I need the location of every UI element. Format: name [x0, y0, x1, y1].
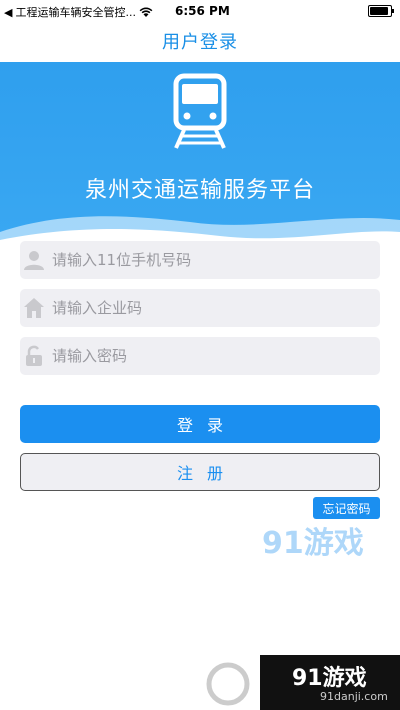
company-input-row[interactable] [20, 289, 380, 327]
status-time: 6:56 PM [175, 4, 230, 18]
login-button[interactable]: 登录 [20, 405, 380, 443]
status-left: ◀ 工程运输车辆安全管控... [4, 4, 153, 20]
password-input-row[interactable] [20, 337, 380, 375]
carrier-label: 工程运输车辆安全管控... [15, 6, 136, 19]
watermark-c-icon [206, 662, 250, 706]
lock-icon [22, 344, 46, 368]
company-code-input[interactable] [50, 298, 380, 318]
phone-input[interactable] [50, 250, 380, 270]
user-icon [22, 248, 46, 272]
home-icon [22, 296, 46, 320]
header-banner: 泉州交通运输服务平台 [0, 62, 400, 252]
watermark-logo: 91游戏 [262, 518, 364, 562]
back-arrow-icon[interactable]: ◀ [4, 6, 12, 19]
train-icon [173, 73, 227, 149]
status-bar: ◀ 工程运输车辆安全管控... 6:56 PM [0, 0, 400, 22]
watermark-logo-text: 91游戏 [262, 526, 364, 561]
page-title: 用户登录 [162, 32, 238, 53]
register-button[interactable]: 注册 [20, 453, 380, 491]
watermark-banner-text: 91游戏 [292, 666, 367, 691]
watermark-site: 91danji.com [320, 690, 388, 703]
phone-input-row[interactable] [20, 241, 380, 279]
battery-icon [368, 5, 394, 17]
password-input[interactable] [50, 346, 380, 366]
wifi-icon [139, 7, 153, 17]
forgot-password-button[interactable]: 忘记密码 [313, 497, 380, 519]
